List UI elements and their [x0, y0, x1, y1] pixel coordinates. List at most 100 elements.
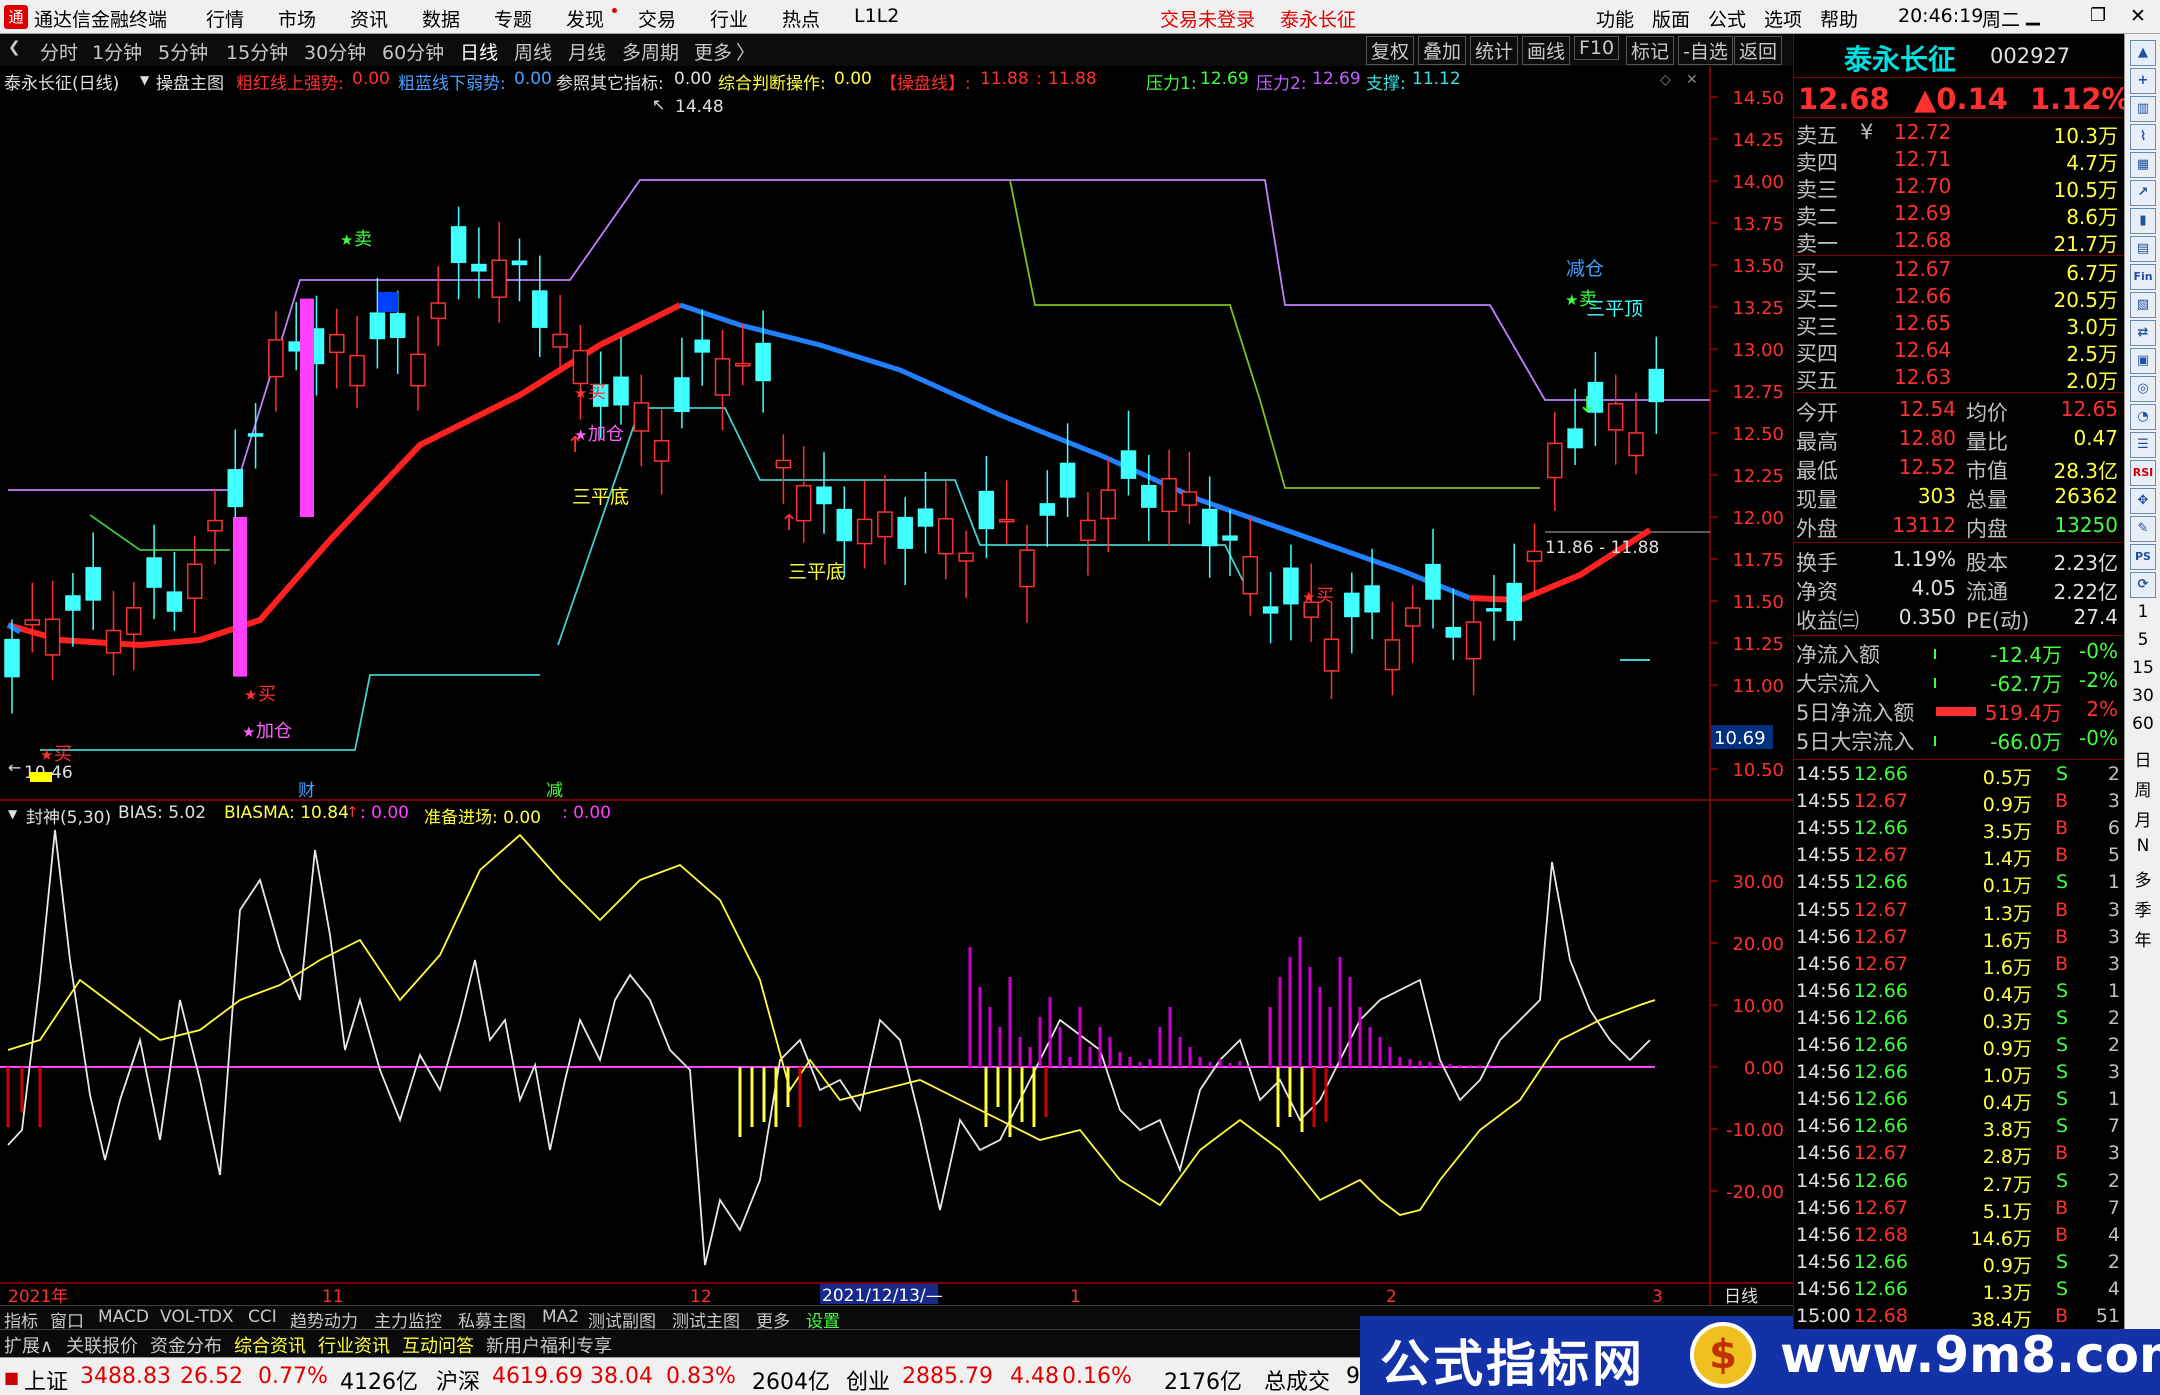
- tick-price: 12.66: [1853, 979, 1908, 1002]
- kline-chart[interactable]: 14.50 14.25 14.00 13.75 13.50 13.25 13.00 12.75…: [0, 0, 1793, 1305]
- x-label-jan: 1: [1070, 1287, 1081, 1305]
- tick-volume: 0.4万: [1982, 983, 2032, 1006]
- tick-count: 7: [2107, 1196, 2120, 1219]
- restore-icon[interactable]: ❐: [2090, 5, 2106, 26]
- tab-ma2[interactable]: MA2: [542, 1307, 579, 1327]
- table-icon[interactable]: ▧: [2130, 292, 2156, 318]
- tick-side: B: [2054, 898, 2068, 921]
- grid-icon[interactable]: ▤: [2130, 236, 2156, 262]
- period-num-5[interactable]: 5: [2125, 630, 2160, 650]
- bar-chart-icon[interactable]: ▦: [2130, 152, 2156, 178]
- tab-macd[interactable]: MACD: [98, 1307, 149, 1327]
- period-week[interactable]: 周: [2125, 776, 2160, 801]
- ext-tab-guanlian[interactable]: 关联报价: [66, 1332, 138, 1358]
- price-axis: 14.50 14.25 14.00 13.75 13.50 13.25 13.00 12.75…: [1710, 88, 1784, 1203]
- hs-value: 4619.69: [492, 1364, 583, 1389]
- up-arrow-icon[interactable]: ▲: [2130, 40, 2156, 66]
- tab-vol-tdx[interactable]: VOL-TDX: [160, 1307, 234, 1327]
- tick-count: 3: [2107, 898, 2120, 921]
- tick-side: S: [2055, 1277, 2068, 1300]
- period-season[interactable]: 季: [2125, 896, 2160, 921]
- tick-time: 14:56: [1796, 1196, 1851, 1219]
- sub-legend-dropdown-icon[interactable]: ▼: [8, 807, 17, 821]
- tick-time: 14:56: [1796, 1142, 1851, 1165]
- tick-time: 14:56: [1796, 925, 1851, 948]
- divider: [1794, 542, 2125, 543]
- tick-volume: 1.3万: [1982, 902, 2032, 925]
- stat-value: 26362: [2054, 484, 2118, 508]
- minute-chart-icon[interactable]: ⌇: [2130, 124, 2156, 150]
- fund-value: 4.05: [1911, 576, 1956, 600]
- flow-value: -66.0万: [1990, 730, 2062, 754]
- tick-side: S: [2055, 1250, 2068, 1273]
- tick-volume: 0.5万: [1982, 767, 2032, 789]
- ext-tab-hangye[interactable]: 行业资讯: [318, 1332, 390, 1358]
- rsi-icon[interactable]: RSI: [2130, 460, 2156, 486]
- ask-label: 卖三: [1796, 178, 1838, 202]
- sh-change: 26.52: [180, 1364, 243, 1389]
- period-num-15[interactable]: 15: [2125, 658, 2160, 678]
- pie-icon[interactable]: ◔: [2130, 404, 2156, 430]
- buy-label-4: 买: [1316, 586, 1334, 607]
- period-day[interactable]: 日: [2125, 746, 2160, 771]
- sh-label[interactable]: 上证: [24, 1364, 68, 1395]
- period-num-60[interactable]: 60: [2125, 714, 2160, 734]
- cursor-date-label: 2021/12/13/—: [822, 1286, 943, 1305]
- candle-body: [44, 618, 61, 656]
- stat-value: 12.80: [1898, 426, 1956, 450]
- divider: [1794, 392, 2125, 393]
- tab-cci[interactable]: CCI: [248, 1307, 277, 1327]
- candle-body: [410, 353, 426, 387]
- fin-icon[interactable]: Fin: [2130, 264, 2156, 290]
- candle-body: [1506, 582, 1522, 621]
- add-position-label-2: 加仓: [588, 424, 624, 445]
- stat-label: 市值: [1966, 459, 2008, 483]
- compare-icon[interactable]: ⇄: [2130, 320, 2156, 346]
- pressure1-line-right: [1009, 179, 1540, 489]
- bid-label: 买一: [1796, 261, 1838, 285]
- stat-label: 今开: [1796, 401, 1838, 425]
- ext-tab-zonghe[interactable]: 综合资讯: [234, 1332, 306, 1358]
- move-icon[interactable]: ✥: [2130, 488, 2156, 514]
- candle-body: [653, 440, 670, 462]
- stat-value: 28.3亿: [2053, 459, 2118, 483]
- cy-label[interactable]: 创业: [846, 1364, 890, 1395]
- bid-price: 12.63: [1894, 365, 1952, 389]
- close-icon[interactable]: ✕: [2130, 5, 2146, 27]
- axis-tick-label: 11.50: [1732, 592, 1784, 613]
- tick-price: 12.67: [1853, 844, 1908, 867]
- candle-body: [836, 508, 853, 542]
- minimize-icon[interactable]: ▁: [2026, 5, 2040, 26]
- pen-icon[interactable]: ✎: [2130, 516, 2156, 542]
- tick-count: 3: [2107, 1061, 2120, 1084]
- candle-body: [775, 459, 792, 469]
- banner-text: 公式指标网: [1380, 1335, 1645, 1393]
- ext-tab-zijin[interactable]: 资金分布: [150, 1332, 222, 1358]
- period-multi-side[interactable]: 多: [2125, 866, 2160, 891]
- period-month[interactable]: 月: [2125, 806, 2160, 831]
- candle-body-magenta: [300, 298, 314, 517]
- fund-label: 股本: [1966, 551, 2008, 575]
- ext-tab-xinyonghu[interactable]: 新用户福利专享: [486, 1332, 612, 1358]
- chart-list-icon[interactable]: ☰: [2130, 432, 2156, 458]
- kline-icon[interactable]: ▥: [2130, 96, 2156, 122]
- trend-icon[interactable]: ↗: [2130, 180, 2156, 206]
- period-num-30[interactable]: 30: [2125, 686, 2160, 706]
- layers-icon[interactable]: ▣: [2130, 348, 2156, 374]
- target-icon[interactable]: ◎: [2130, 376, 2156, 402]
- candle-icon[interactable]: ▮: [2130, 208, 2156, 234]
- refresh-icon[interactable]: ⟳: [2130, 572, 2156, 598]
- period-n[interactable]: N: [2125, 836, 2160, 856]
- hs-label[interactable]: 沪深: [436, 1364, 480, 1395]
- flow-pct: -2%: [2079, 668, 2118, 692]
- tick-count: 3: [2107, 952, 2120, 975]
- period-num-1[interactable]: 1: [2125, 602, 2160, 622]
- ask-price: 12.68: [1894, 228, 1952, 252]
- sub-legend-name[interactable]: 封神(5,30): [26, 803, 111, 828]
- menu-bangzhu[interactable]: 帮助: [1820, 5, 1858, 32]
- ps-icon[interactable]: PS: [2130, 544, 2156, 570]
- add-icon[interactable]: +: [2130, 68, 2156, 94]
- period-year[interactable]: 年: [2125, 926, 2160, 951]
- ext-tab-kuozhan[interactable]: 扩展∧: [4, 1332, 53, 1358]
- ext-tab-hudong[interactable]: 互动问答: [402, 1332, 474, 1358]
